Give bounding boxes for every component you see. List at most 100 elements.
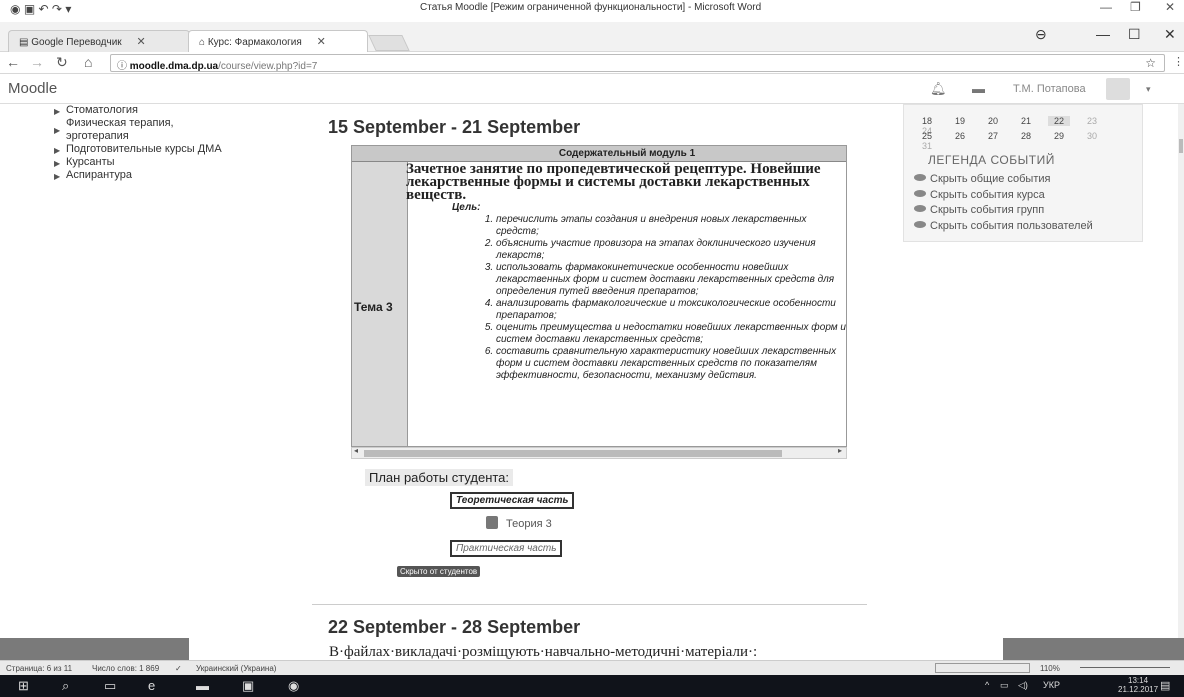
theory-resource-link[interactable]: Теория 3	[486, 516, 552, 530]
browser-maximize-button[interactable]: ☐	[1128, 26, 1141, 43]
moodle-brand[interactable]: Moodle	[8, 80, 57, 97]
browser-menu-icon[interactable]: ⋮	[1173, 55, 1184, 68]
word-page[interactable]: В·файлах·викладачі·розміщують·навчально-…	[189, 638, 1003, 660]
document-text: В·файлах·викладачі·розміщують·навчально-…	[329, 644, 758, 660]
zoom-slider[interactable]	[1080, 667, 1170, 668]
volume-icon[interactable]: ◁)	[1018, 680, 1028, 691]
scrollbar-thumb[interactable]	[364, 450, 782, 457]
app-icon[interactable]: ▣	[242, 678, 254, 694]
reload-icon[interactable]: ↻	[56, 54, 68, 71]
profile-icon[interactable]: ⊖	[1035, 26, 1047, 43]
clock-date: 21.12.2017	[1118, 685, 1159, 694]
notifications-icon[interactable]: 🔔︎	[930, 81, 947, 97]
chrome-icon[interactable]: ◉	[288, 678, 299, 694]
back-icon[interactable]: ←	[6, 54, 20, 70]
page-count[interactable]: Страница: 6 из 11	[6, 664, 72, 673]
sidebar-item-postgraduate[interactable]: ▶ Аспирантура	[44, 169, 284, 182]
messages-icon[interactable]: ▬	[972, 81, 985, 96]
url-input[interactable]: ⓘ moodle.dma.dp.ua/course/view.php?id=7 …	[110, 54, 1165, 72]
calendar-day[interactable]: 19	[949, 116, 971, 126]
legend-toggle-group[interactable]: Скрыть события групп	[914, 204, 1044, 216]
calendar-day[interactable]: 31	[916, 141, 938, 151]
redo-icon[interactable]: ↷	[52, 2, 62, 16]
bookmark-star-icon[interactable]: ☆	[1145, 56, 1156, 70]
word-restore-button[interactable]: ❐	[1130, 0, 1141, 14]
calendar-day[interactable]: 30	[1081, 131, 1103, 141]
sidebar-item-cadets[interactable]: ▶ Курсанты	[44, 156, 284, 169]
sidebar-item-stomatology[interactable]: ▶ Стоматология	[44, 104, 284, 117]
tab-label: Курс: Фармакология	[207, 37, 302, 48]
calendar-day[interactable]: 21	[1015, 116, 1037, 126]
avatar[interactable]	[1106, 78, 1130, 100]
scrollbar-thumb[interactable]	[1179, 139, 1183, 153]
zoom-level[interactable]: 110%	[1040, 664, 1060, 673]
word-app-icon[interactable]: ◉	[10, 2, 20, 16]
list-item: оценить преимущества и недостатки новейш…	[496, 322, 846, 346]
eye-icon	[914, 190, 926, 197]
url-path: /course/view.php?id=7	[218, 61, 318, 72]
legend-toggle-course[interactable]: Скрыть события курса	[914, 189, 1045, 201]
calendar-day[interactable]: 25	[916, 131, 938, 141]
horizontal-scrollbar[interactable]: ◂ ▸	[351, 446, 847, 459]
tab-close-icon[interactable]: ✕	[136, 36, 145, 48]
legend-toggle-user[interactable]: Скрыть события пользователей	[914, 220, 1093, 232]
legend-toggle-global[interactable]: Скрыть общие события	[914, 173, 1050, 185]
calendar-day[interactable]: 23	[1081, 116, 1103, 126]
quick-access-toolbar[interactable]: ◉ ▣ ↶ ↷ ▾	[10, 2, 160, 18]
proofing-icon[interactable]: ✓	[175, 664, 182, 673]
windows-start-icon[interactable]: ⊞	[18, 678, 29, 694]
scroll-left-icon[interactable]: ◂	[354, 446, 358, 455]
user-menu-caret-icon[interactable]: ▾	[1146, 84, 1151, 95]
new-tab-button[interactable]	[368, 35, 410, 51]
moodle-favicon-icon: ⌂	[199, 37, 206, 48]
theory-section-label: Теоретическая часть	[450, 492, 575, 509]
plan-label: План работы студента:	[365, 469, 514, 486]
user-name[interactable]: Т.М. Потапова	[1013, 83, 1086, 95]
word-minimize-button[interactable]: —	[1100, 0, 1112, 14]
sidebar-item-physical-therapy[interactable]: ▶ Физическая терапия, эрготерапия	[44, 117, 214, 143]
tray-chevron-icon[interactable]: ^	[985, 680, 989, 690]
legend-title: ЛЕГЕНДА СОБЫТИЙ	[928, 153, 1055, 167]
calendar-day[interactable]: 18	[916, 116, 938, 126]
sidebar-item-prep-courses[interactable]: ▶ Подготовительные курсы ДМА	[44, 143, 284, 156]
file-explorer-icon[interactable]: ▬	[196, 678, 209, 693]
edge-icon[interactable]: e	[148, 678, 155, 693]
list-item: составить сравнительную характеристику н…	[496, 346, 846, 382]
word-close-button[interactable]: ✕	[1165, 0, 1175, 14]
tab-close-icon[interactable]: ✕	[317, 36, 326, 48]
browser-minimize-button[interactable]: —	[1096, 26, 1110, 42]
clock[interactable]: 13:14 21.12.2017	[1118, 676, 1158, 694]
tab-google-translate[interactable]: ▤ Google Переводчик ✕	[8, 30, 190, 52]
customize-toolbar-icon[interactable]: ▾	[65, 2, 71, 16]
task-view-icon[interactable]: ▭	[104, 678, 116, 694]
action-center-icon[interactable]: ▤	[1160, 679, 1170, 692]
page-scrollbar[interactable]	[1178, 104, 1184, 639]
calendar-day[interactable]: 26	[949, 131, 971, 141]
word-document-area: В·файлах·викладачі·розміщують·навчально-…	[0, 638, 1184, 660]
tab-course-pharmacology[interactable]: ⌂ Курс: Фармакология ✕	[188, 30, 368, 52]
forward-icon[interactable]: →	[30, 54, 44, 70]
undo-icon[interactable]: ↶	[39, 2, 49, 16]
view-mode-buttons[interactable]	[935, 663, 1030, 673]
save-icon[interactable]: ▣	[24, 2, 35, 16]
scroll-right-icon[interactable]: ▸	[838, 446, 842, 455]
word-status-bar: Страница: 6 из 11 Число слов: 1 869 ✓ Ук…	[0, 660, 1184, 675]
input-language[interactable]: УКР	[1043, 680, 1060, 690]
calendar-day[interactable]: 27	[982, 131, 1004, 141]
objectives-list: перечислить этапы создания и внедрения н…	[486, 214, 846, 382]
calendar-day[interactable]: 20	[982, 116, 1004, 126]
calendar-day-today[interactable]: 22	[1048, 116, 1070, 126]
word-count[interactable]: Число слов: 1 869	[92, 664, 159, 673]
word-title-bar: ◉ ▣ ↶ ↷ ▾ Статья Moodle [Режим ограничен…	[0, 0, 1184, 22]
word-window-title: Статья Moodle [Режим ограниченной функци…	[420, 2, 762, 13]
browser-close-button[interactable]: ✕	[1164, 26, 1176, 43]
calendar-day[interactable]: 29	[1048, 131, 1070, 141]
network-icon[interactable]: ▭	[1000, 680, 1009, 691]
document-icon	[486, 516, 498, 529]
list-item: объяснить участие провизора на этапах до…	[496, 238, 846, 262]
home-icon[interactable]: ⌂	[84, 54, 92, 70]
site-info-icon[interactable]: ⓘ	[117, 61, 127, 72]
calendar-day[interactable]: 28	[1015, 131, 1037, 141]
language-indicator[interactable]: Украинский (Украина)	[196, 664, 276, 673]
search-icon[interactable]: ⌕	[62, 678, 69, 694]
